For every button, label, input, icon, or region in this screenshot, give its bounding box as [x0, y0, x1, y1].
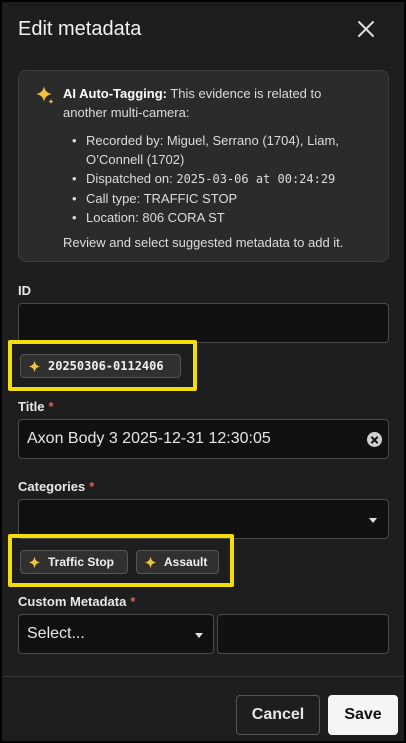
- custom-metadata-select-value: Select...: [27, 625, 85, 642]
- required-asterisk: *: [89, 479, 95, 494]
- title-input-value: Axon Body 3 2025-12-31 12:30:05: [27, 430, 271, 447]
- ai-heading: AI Auto-Tagging: This evidence is relate…: [63, 84, 363, 122]
- panel-title: Edit metadata: [18, 18, 142, 40]
- title-label-text: Title: [18, 399, 45, 414]
- ai-auto-tagging-notice: AI Auto-Tagging: This evidence is relate…: [18, 70, 389, 262]
- ai-heading-label: AI Auto-Tagging:: [63, 86, 167, 101]
- sparkle-icon: [36, 86, 54, 104]
- custom-metadata-select[interactable]: Select...: [18, 614, 214, 654]
- custom-metadata-label-text: Custom Metadata: [18, 594, 127, 609]
- panel-header: Edit metadata: [2, 2, 404, 62]
- sparkle-icon: [28, 360, 41, 373]
- dispatched-on-item: Dispatched on: 2025-03-06 at 00:24:29: [72, 169, 372, 189]
- close-icon[interactable]: [355, 18, 377, 40]
- dispatched-on-label: Dispatched on:: [86, 171, 177, 186]
- category-suggestion-traffic-stop[interactable]: Traffic Stop: [20, 550, 128, 574]
- id-input[interactable]: [18, 303, 389, 343]
- save-button[interactable]: Save: [328, 695, 398, 735]
- chevron-down-icon: [195, 633, 203, 638]
- custom-metadata-value-input[interactable]: [217, 614, 389, 654]
- title-label: Title *: [18, 399, 54, 414]
- required-asterisk: *: [130, 594, 136, 609]
- categories-label-text: Categories: [18, 479, 86, 494]
- ai-related-details: Recorded by: Miguel, Serrano (1704), Lia…: [72, 131, 372, 227]
- ai-footer-text: Review and select suggested metadata to …: [63, 235, 344, 250]
- id-suggestion-chip[interactable]: 20250306-0112406: [20, 354, 181, 378]
- clear-icon[interactable]: [367, 432, 382, 447]
- title-input[interactable]: Axon Body 3 2025-12-31 12:30:05: [18, 419, 389, 459]
- chevron-down-icon: [369, 518, 377, 523]
- cancel-button[interactable]: Cancel: [236, 695, 320, 735]
- footer-divider: [2, 676, 404, 677]
- dispatched-on-value: 2025-03-06 at 00:24:29: [176, 172, 336, 186]
- sparkle-icon: [28, 556, 41, 569]
- category-suggestion-label: Traffic Stop: [48, 555, 115, 569]
- recorded-by-item: Recorded by: Miguel, Serrano (1704), Lia…: [72, 131, 372, 169]
- categories-select[interactable]: [18, 499, 389, 539]
- edit-metadata-panel: Edit metadata AI Auto-Tagging: This evid…: [0, 0, 406, 743]
- location-item: Location: 806 CORA ST: [72, 208, 372, 227]
- category-suggestion-label: Assault: [164, 555, 208, 569]
- id-suggestion-text: 20250306-0112406: [48, 359, 164, 373]
- sparkle-icon: [144, 556, 157, 569]
- custom-metadata-label: Custom Metadata *: [18, 594, 135, 609]
- categories-label: Categories *: [18, 479, 94, 494]
- required-asterisk: *: [48, 399, 54, 414]
- call-type-item: Call type: TRAFFIC STOP: [72, 189, 372, 208]
- category-suggestion-assault[interactable]: Assault: [136, 550, 219, 574]
- id-label: ID: [18, 283, 31, 298]
